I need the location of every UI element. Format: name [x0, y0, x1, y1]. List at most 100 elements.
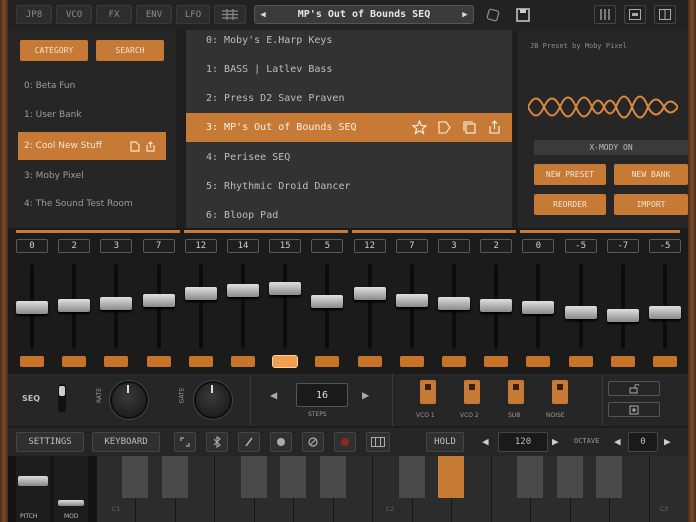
step-value[interactable]: 7 — [142, 239, 175, 253]
step-slider-handle[interactable] — [16, 300, 48, 314]
step-value[interactable]: 12 — [184, 239, 217, 253]
xmod-toggle[interactable]: X-MODY ON — [534, 140, 688, 155]
step-value[interactable]: -5 — [564, 239, 597, 253]
bank-item[interactable]: 0: Beta Fun — [18, 74, 166, 98]
search-button[interactable]: SEARCH — [96, 40, 164, 61]
step-slider-handle[interactable] — [395, 293, 428, 307]
step-slider-handle[interactable] — [480, 298, 513, 312]
steps-value[interactable]: 16 — [296, 383, 348, 407]
step-value[interactable]: 15 — [269, 239, 302, 253]
step-slider-handle[interactable] — [564, 305, 597, 319]
black-key[interactable] — [280, 456, 307, 498]
black-key[interactable] — [122, 456, 149, 498]
octave-decrease-icon[interactable]: ◀ — [614, 435, 621, 448]
black-key[interactable] — [596, 456, 623, 498]
step-gate-button[interactable] — [526, 356, 551, 367]
step-gate-button[interactable] — [442, 356, 466, 367]
tab-jp8[interactable]: JP8 — [16, 5, 52, 24]
step-slider-handle[interactable] — [438, 297, 470, 311]
keyboard-button[interactable]: KEYBOARD — [92, 432, 160, 452]
hold-button[interactable]: HOLD — [426, 432, 464, 452]
step-gate-button[interactable] — [62, 356, 87, 367]
octave-increase-icon[interactable]: ▶ — [664, 435, 671, 448]
step-gate-button[interactable] — [188, 356, 213, 367]
step-value[interactable]: 2 — [480, 239, 513, 253]
step-slider-handle[interactable] — [522, 300, 555, 314]
settings-button[interactable]: SETTINGS — [16, 432, 84, 452]
bank-item[interactable]: 1: User Bank — [18, 103, 166, 127]
tag-icon[interactable] — [437, 120, 452, 135]
tab-lfo[interactable]: LFO — [176, 5, 210, 24]
step-value[interactable]: 3 — [100, 239, 133, 253]
star-icon[interactable] — [412, 120, 427, 135]
step-slider-handle[interactable] — [58, 298, 91, 312]
sub-toggle[interactable] — [508, 380, 524, 404]
expand-button[interactable] — [174, 432, 196, 452]
step-value[interactable]: 7 — [395, 239, 428, 253]
prev-preset-icon[interactable]: ◀ — [255, 10, 271, 20]
step-gate-button[interactable] — [315, 356, 340, 367]
step-gate-button[interactable] — [272, 355, 299, 368]
step-value[interactable]: 0 — [522, 239, 555, 253]
step-slider-handle[interactable] — [269, 281, 302, 295]
black-key[interactable] — [398, 456, 425, 498]
octave-value[interactable]: 0 — [628, 432, 658, 452]
black-key[interactable] — [240, 456, 267, 498]
step-gate-button[interactable] — [104, 356, 129, 367]
step-slider-handle[interactable] — [606, 309, 639, 322]
preset-item[interactable]: 5: Rhythmic Droid Dancer — [186, 172, 512, 201]
edit-icon[interactable] — [129, 140, 140, 152]
vco1-toggle[interactable] — [420, 380, 436, 404]
seq-switch[interactable] — [58, 384, 66, 412]
reorder-button[interactable]: REORDER — [534, 194, 606, 215]
pencil-button[interactable] — [238, 432, 260, 452]
stop-button[interactable] — [608, 402, 660, 417]
step-gate-button[interactable] — [484, 356, 509, 367]
preset-item[interactable]: 1: BASS | Latlev Bass — [186, 55, 512, 84]
disable-button[interactable] — [302, 432, 324, 452]
step-gate-button[interactable] — [357, 356, 382, 367]
step-slider-handle[interactable] — [184, 286, 217, 300]
record-dot-button[interactable] — [270, 432, 292, 452]
copy-icon[interactable] — [462, 120, 477, 135]
tab-env[interactable]: ENV — [136, 5, 172, 24]
tab-fx[interactable]: FX — [96, 5, 132, 24]
step-value[interactable]: 14 — [227, 239, 259, 253]
black-key[interactable] — [517, 456, 544, 498]
preset-item[interactable]: 0: Moby's E.Harp Keys — [186, 30, 512, 55]
step-value[interactable]: -7 — [606, 239, 639, 253]
share-icon[interactable] — [487, 120, 502, 135]
step-value[interactable]: 0 — [16, 239, 48, 253]
step-value[interactable]: 12 — [353, 239, 386, 253]
step-slider-handle[interactable] — [227, 283, 259, 297]
step-slider-handle[interactable] — [353, 286, 386, 300]
white-key[interactable] — [648, 456, 688, 522]
layout-button[interactable] — [654, 5, 676, 24]
import-button[interactable]: IMPORT — [614, 194, 688, 215]
step-slider-handle[interactable] — [311, 295, 344, 309]
tempo-value[interactable]: 120 — [498, 432, 548, 452]
step-value[interactable]: 2 — [58, 239, 91, 253]
step-gate-button[interactable] — [610, 356, 635, 367]
black-key[interactable] — [161, 456, 188, 498]
randomize-button[interactable] — [482, 5, 504, 24]
noise-toggle[interactable] — [552, 380, 568, 404]
preset-item[interactable]: 6: Bloop Pad — [186, 201, 512, 228]
step-gate-button[interactable] — [399, 356, 424, 367]
step-gate-button[interactable] — [20, 356, 44, 367]
steps-increase-icon[interactable]: ▶ — [362, 388, 369, 402]
black-key[interactable] — [438, 456, 465, 498]
bank-item[interactable]: 3: Moby Pixel — [18, 164, 166, 188]
step-gate-button[interactable] — [568, 356, 593, 367]
step-value[interactable]: -5 — [649, 239, 681, 253]
piano-button[interactable] — [366, 432, 390, 452]
steps-decrease-icon[interactable]: ◀ — [270, 388, 277, 402]
rate-knob[interactable] — [110, 381, 148, 419]
bank-item[interactable]: 4: The Sound Test Room — [18, 192, 166, 216]
step-slider-handle[interactable] — [649, 305, 681, 319]
tempo-decrease-icon[interactable]: ◀ — [482, 435, 489, 448]
sequencer-grid-button[interactable] — [214, 5, 246, 24]
preset-item[interactable]: 2: Press D2 Save Praven — [186, 84, 512, 113]
new-preset-button[interactable]: NEW PRESET — [534, 164, 606, 185]
step-gate-button[interactable] — [146, 356, 171, 367]
